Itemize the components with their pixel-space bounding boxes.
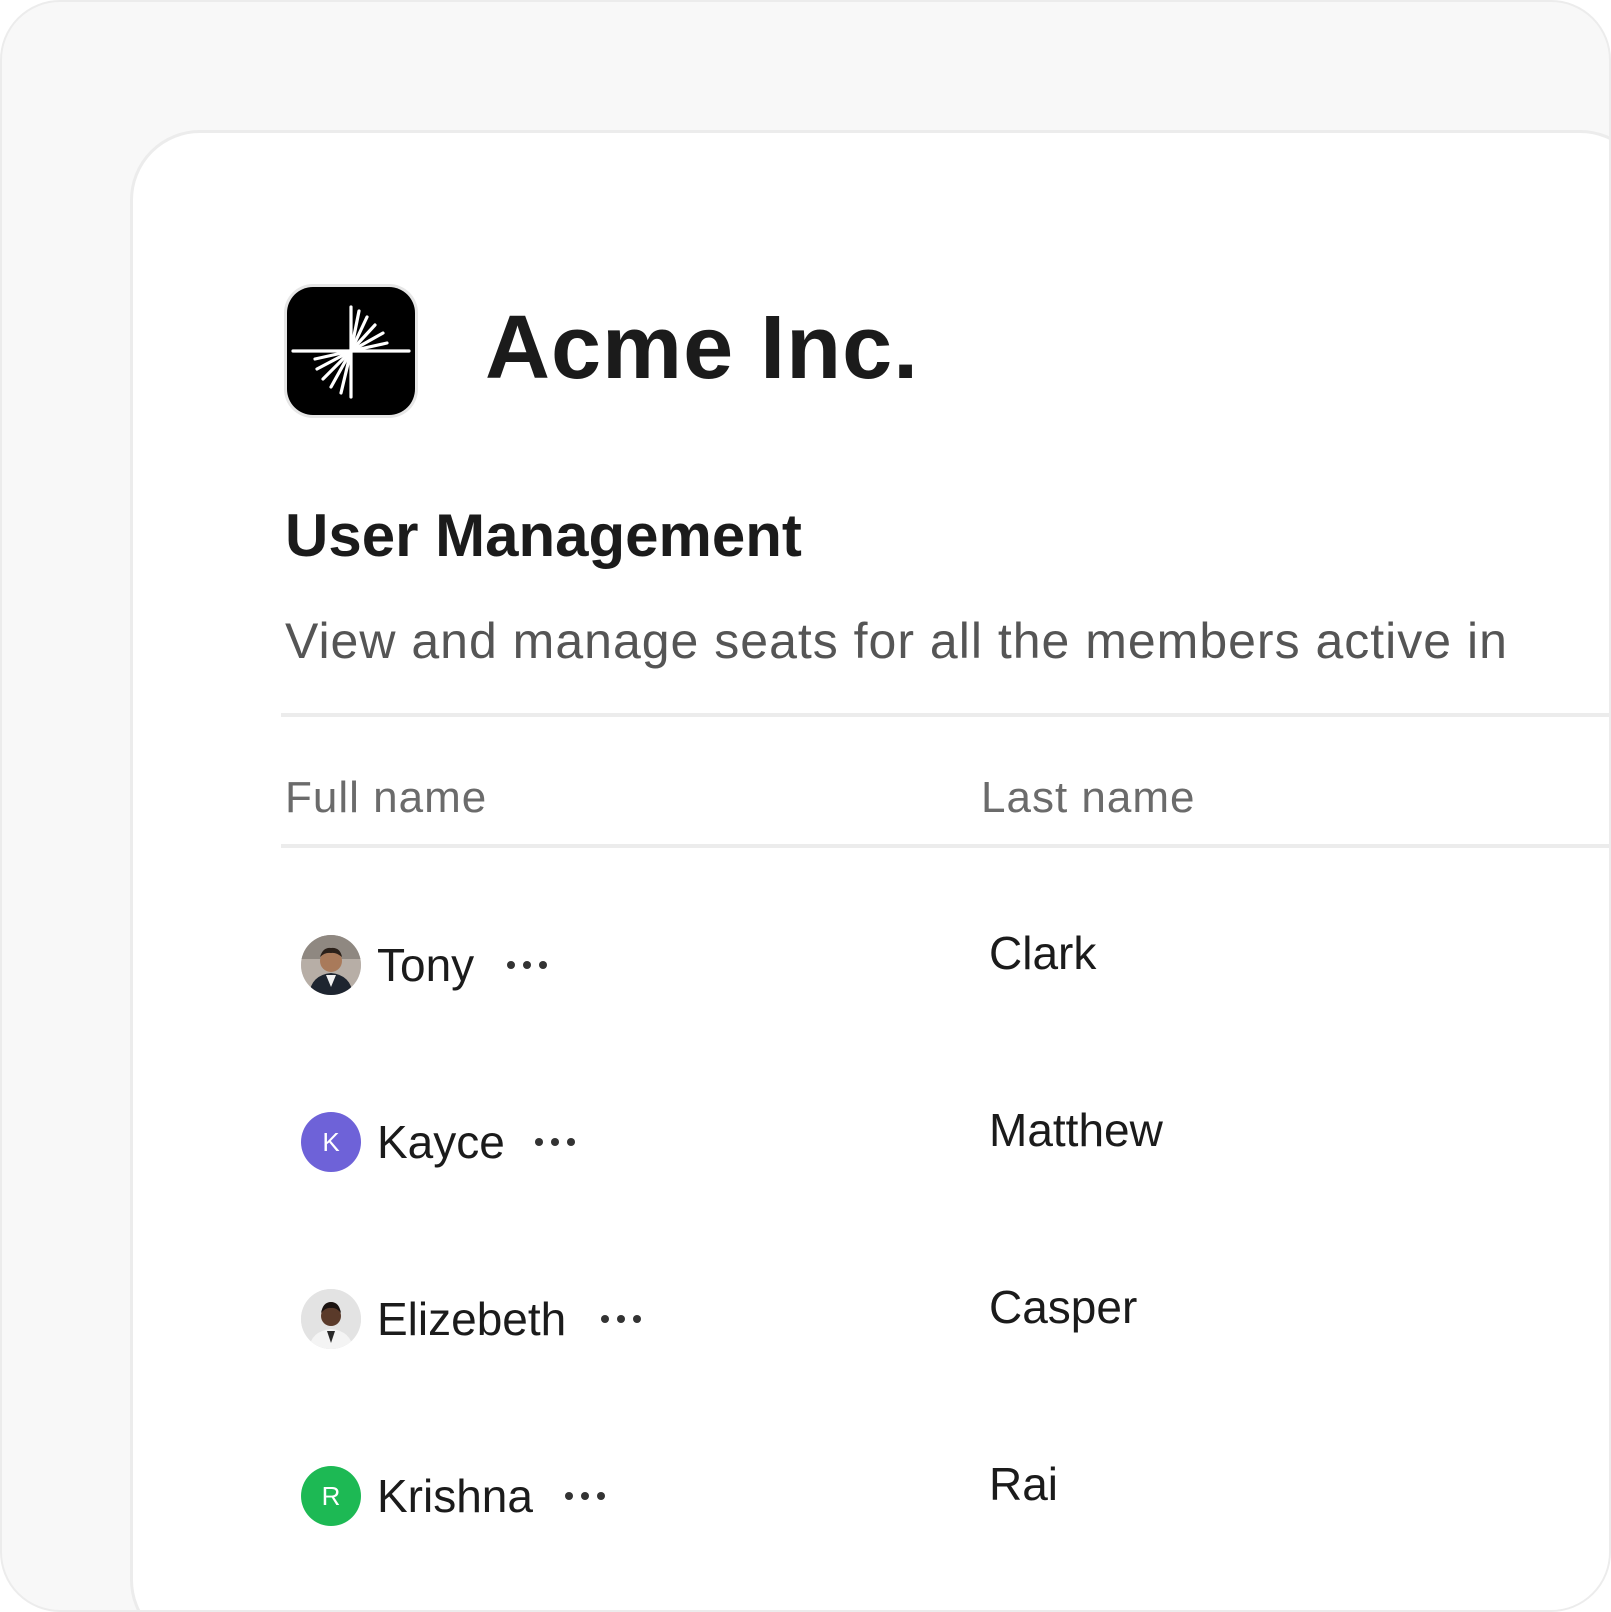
- table-row[interactable]: R Krishna Rai: [281, 1436, 1609, 1556]
- first-name: Krishna: [377, 1470, 533, 1522]
- app-frame: Acme Inc. User Management View and manag…: [0, 0, 1611, 1612]
- company-logo: [287, 287, 415, 415]
- company-name: Acme Inc.: [485, 298, 920, 398]
- page-title: User Management: [285, 502, 802, 569]
- first-name: Kayce: [377, 1116, 505, 1168]
- table-row[interactable]: K Kayce Matthew: [281, 1082, 1609, 1202]
- column-header-last-name[interactable]: Last name: [981, 771, 1195, 825]
- avatar: [301, 935, 361, 995]
- avatar-initial: R: [321, 1481, 341, 1511]
- more-horizontal-icon[interactable]: [599, 1289, 643, 1349]
- avatar: K: [301, 1112, 361, 1172]
- header-divider: [281, 844, 1609, 848]
- last-name: Matthew: [989, 1104, 1163, 1156]
- table-row[interactable]: Tony Clark: [281, 905, 1609, 1025]
- last-name: Casper: [989, 1281, 1138, 1333]
- user-management-card: Acme Inc. User Management View and manag…: [130, 130, 1609, 1610]
- more-horizontal-icon[interactable]: [563, 1466, 607, 1526]
- starburst-logo-icon: [291, 305, 411, 399]
- first-name: Elizebeth: [377, 1293, 567, 1345]
- page-description: View and manage seats for all the member…: [285, 613, 1508, 669]
- table-row[interactable]: Elizebeth Casper: [281, 1259, 1609, 1379]
- divider: [281, 713, 1609, 717]
- last-name: Clark: [989, 927, 1097, 979]
- column-header-full-name[interactable]: Full name: [285, 771, 487, 825]
- first-name: Tony: [377, 939, 475, 991]
- avatar: R: [301, 1466, 361, 1526]
- avatar-initial: K: [322, 1127, 340, 1157]
- last-name: Rai: [989, 1458, 1059, 1510]
- more-horizontal-icon[interactable]: [505, 935, 549, 995]
- avatar: [301, 1289, 361, 1349]
- more-horizontal-icon[interactable]: [533, 1112, 577, 1172]
